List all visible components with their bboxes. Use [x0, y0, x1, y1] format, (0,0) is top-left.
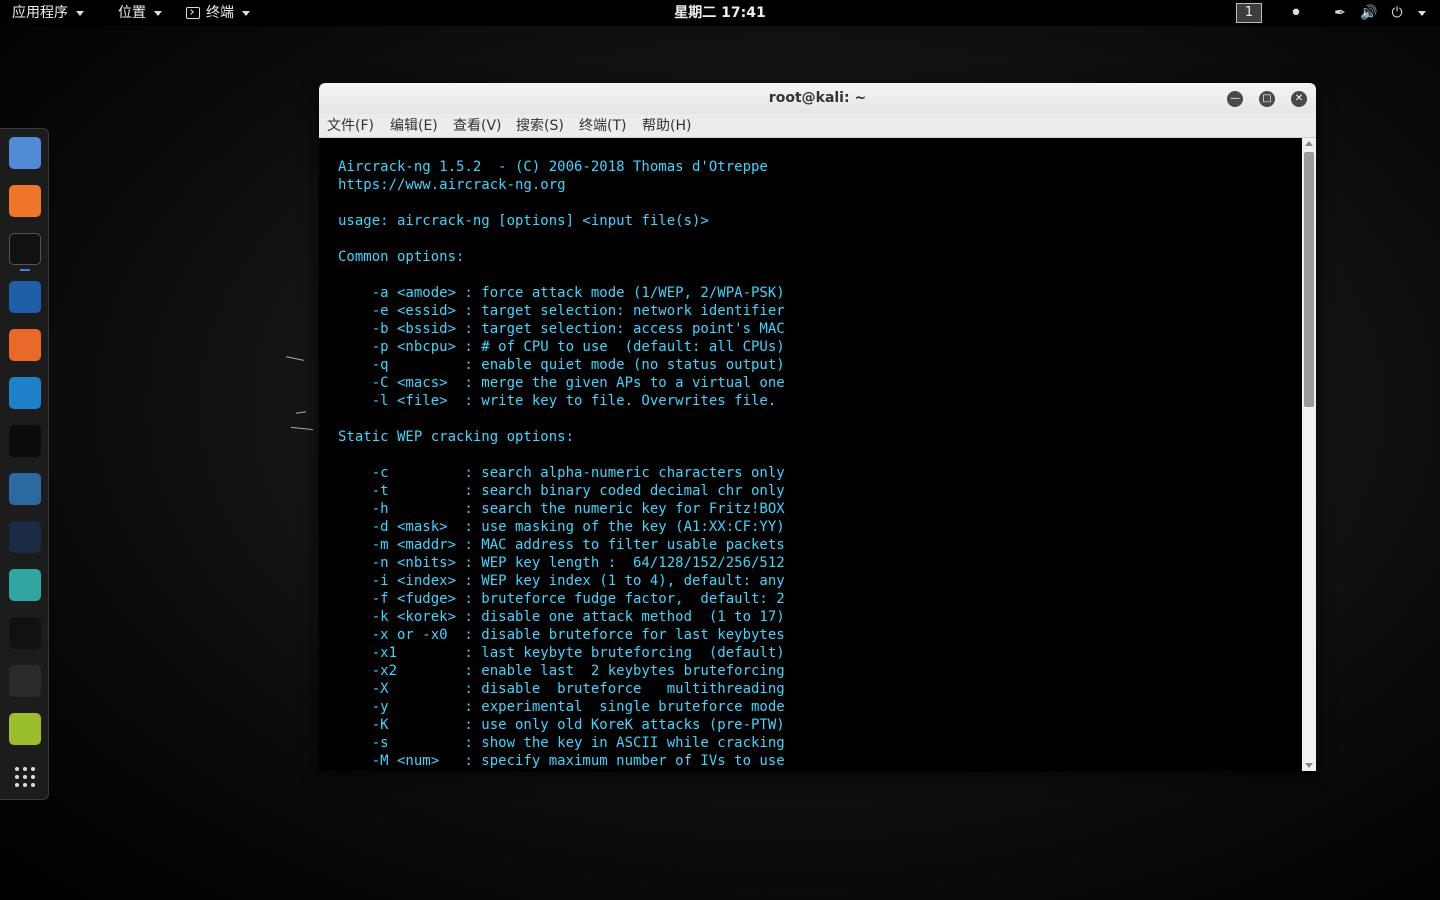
close-button[interactable]: ✕: [1291, 91, 1307, 107]
workspace-indicator[interactable]: 1: [1236, 3, 1262, 23]
terminal-line: -b <bssid> : target selection: access po…: [338, 321, 785, 337]
terminal-line: -x1 : last keybyte bruteforcing (default…: [338, 645, 785, 661]
scroll-down-icon[interactable]: [1305, 763, 1313, 768]
terminal-line: -x or -x0 : disable bruteforce for last …: [338, 627, 785, 643]
places-label: 位置: [118, 5, 146, 21]
applications-menu[interactable]: 应用程序: [12, 0, 84, 26]
places-menu[interactable]: 位置: [118, 0, 162, 26]
burpsuite-icon[interactable]: [9, 329, 41, 361]
chevron-down-icon: [154, 10, 162, 16]
menu-file[interactable]: 文件(F): [327, 114, 374, 138]
menu-help[interactable]: 帮助(H): [642, 114, 691, 138]
terminal-line: -k <korek> : disable one attack method (…: [338, 609, 785, 625]
maximize-button[interactable]: □: [1259, 91, 1275, 107]
menu-edit[interactable]: 编辑(E): [390, 114, 438, 138]
terminal-line: -c : search alpha-numeric characters onl…: [338, 465, 785, 481]
terminal-line: usage: aircrack-ng [options] <input file…: [338, 213, 709, 229]
android-icon[interactable]: [9, 713, 41, 745]
vertical-scrollbar[interactable]: [1302, 138, 1316, 771]
terminal-text: Aircrack-ng 1.5.2 - (C) 2006-2018 Thomas…: [338, 158, 785, 770]
running-indicator: [20, 269, 30, 271]
terminal-app-menu[interactable]: 终端: [186, 0, 250, 26]
menu-view[interactable]: 查看(V): [453, 114, 502, 138]
pen-tool-icon[interactable]: ✒: [1332, 5, 1348, 21]
armitage-icon[interactable]: [9, 473, 41, 505]
terminal-line: Common options:: [338, 249, 465, 265]
terminal-line: -s : show the key in ASCII while crackin…: [338, 735, 785, 751]
magnifier-icon[interactable]: [9, 665, 41, 697]
terminal-line: -d <mask> : use masking of the key (A1:X…: [338, 519, 785, 535]
volume-icon[interactable]: 🔊: [1360, 5, 1377, 21]
terminal-line: -f <fudge> : bruteforce fudge factor, de…: [338, 591, 785, 607]
scroll-up-icon[interactable]: [1305, 141, 1313, 146]
maltego-icon[interactable]: [9, 281, 41, 313]
video-camera-icon[interactable]: ⚫: [1288, 5, 1304, 21]
terminal-icon[interactable]: [9, 233, 41, 265]
terminal-line: Aircrack-ng 1.5.2 - (C) 2006-2018 Thomas…: [338, 159, 768, 175]
minimize-button[interactable]: —: [1227, 91, 1243, 107]
dock: [0, 128, 49, 800]
wallpaper-streak: [286, 356, 304, 361]
wireshark-icon[interactable]: [9, 377, 41, 409]
terminal-line: -h : search the numeric key for Fritz!BO…: [338, 501, 785, 517]
terminal-icon: [186, 7, 200, 19]
wallpaper-streak: [291, 426, 313, 431]
chevron-down-icon: [242, 10, 250, 16]
terminal-line: -q : enable quiet mode (no status output…: [338, 357, 785, 373]
menu-terminal[interactable]: 终端(T): [579, 114, 626, 138]
chevron-down-icon[interactable]: [1418, 11, 1426, 16]
terminal-line: -K : use only old KoreK attacks (pre-PTW…: [338, 717, 785, 733]
terminal-window: root@kali: ~ — □ ✕ 文件(F) 编辑(E) 查看(V) 搜索(…: [319, 83, 1316, 771]
window-title: root@kali: ~: [768, 90, 867, 106]
window-titlebar[interactable]: root@kali: ~ — □ ✕: [319, 83, 1316, 114]
terminal-app-label: 终端: [206, 5, 234, 21]
set-icon[interactable]: [9, 425, 41, 457]
power-icon[interactable]: ⏻: [1389, 5, 1405, 21]
app-grid-icon[interactable]: [9, 761, 41, 793]
terminal-line: Static WEP cracking options:: [338, 429, 575, 445]
beef-icon[interactable]: [9, 521, 41, 553]
terminal-line: -l <file> : write key to file. Overwrite…: [338, 393, 777, 409]
edb-icon[interactable]: [9, 617, 41, 649]
terminal-line: -e <essid> : target selection: network i…: [338, 303, 785, 319]
applications-label: 应用程序: [12, 5, 68, 21]
menubar: 文件(F) 编辑(E) 查看(V) 搜索(S) 终端(T) 帮助(H): [319, 114, 1316, 138]
terminal-line: -a <amode> : force attack mode (1/WEP, 2…: [338, 285, 785, 301]
terminal-line: -X : disable bruteforce multithreading: [338, 681, 785, 697]
terminal-line: -m <maddr> : MAC address to filter usabl…: [338, 537, 785, 553]
wallpaper-streak: [295, 411, 307, 414]
top-panel: 应用程序 位置 终端 星期二 17:41 1 ⚫ ✒ 🔊 ⏻: [0, 0, 1440, 26]
files-icon[interactable]: [9, 137, 41, 169]
scrollbar-thumb[interactable]: [1304, 152, 1314, 407]
terminal-line: -M <num> : specify maximum number of IVs…: [338, 753, 785, 769]
terminal-line: -p <nbcpu> : # of CPU to use (default: a…: [338, 339, 785, 355]
terminal-line: -n <nbits> : WEP key length : 64/128/152…: [338, 555, 785, 571]
terminal-line: -C <macs> : merge the given APs to a vir…: [338, 375, 785, 391]
terminal-line: -x2 : enable last 2 keybytes bruteforcin…: [338, 663, 785, 679]
terminal-line: https://www.aircrack-ng.org: [338, 177, 566, 193]
chevron-down-icon: [76, 10, 84, 16]
menu-search[interactable]: 搜索(S): [516, 114, 564, 138]
faraday-icon[interactable]: [9, 569, 41, 601]
terminal-line: -y : experimental single bruteforce mode: [338, 699, 785, 715]
terminal-output[interactable]: Aircrack-ng 1.5.2 - (C) 2006-2018 Thomas…: [319, 138, 1302, 771]
terminal-line: -t : search binary coded decimal chr onl…: [338, 483, 785, 499]
terminal-line: -i <index> : WEP key index (1 to 4), def…: [338, 573, 785, 589]
firefox-icon[interactable]: [9, 185, 41, 217]
